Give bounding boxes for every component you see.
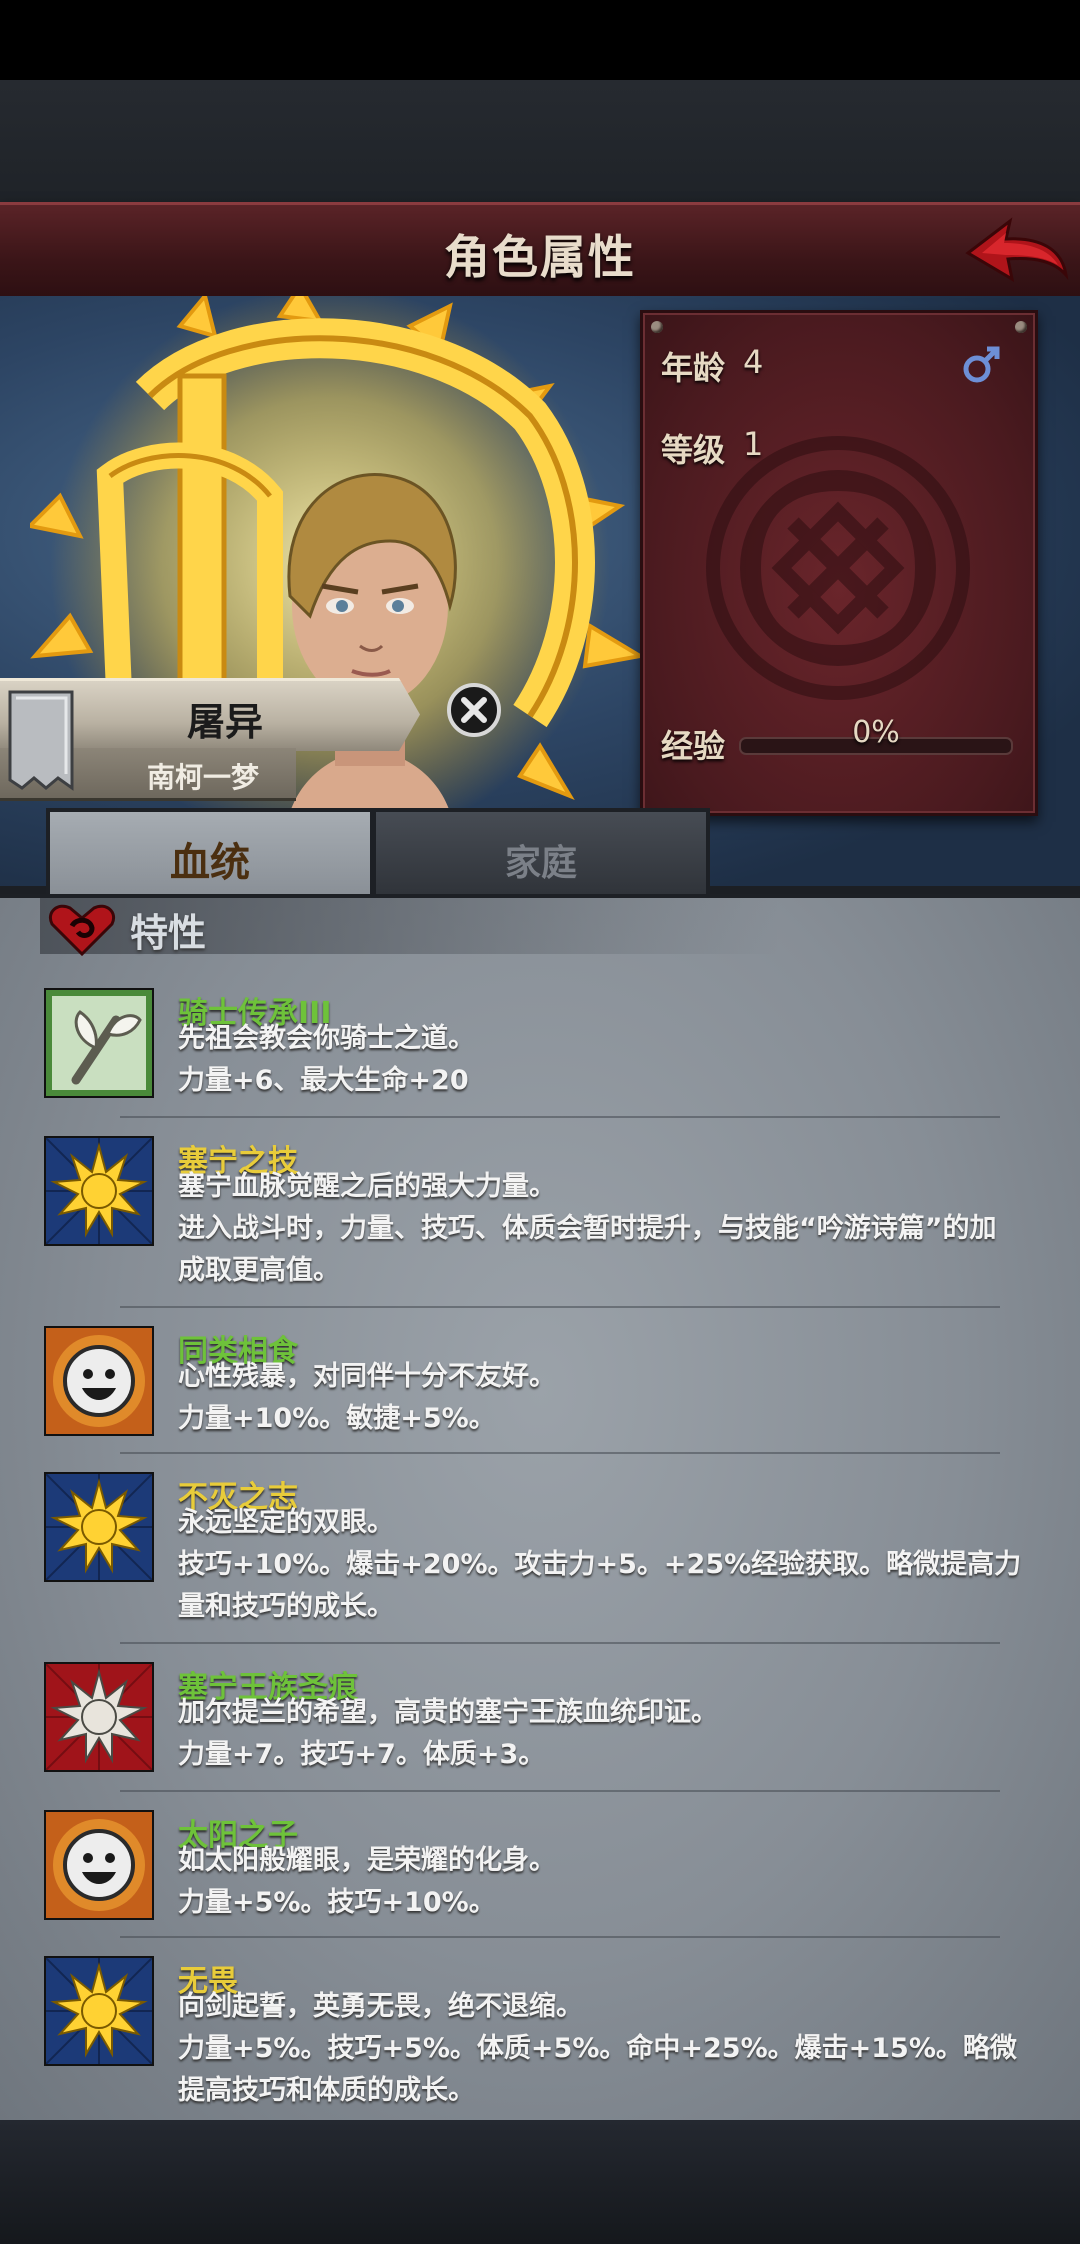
knight-branch-icon	[44, 988, 154, 1098]
page-title: 角色属性	[444, 230, 636, 284]
exp-progress-bar: 0%	[739, 715, 1013, 755]
bottom-band	[0, 2120, 1080, 2244]
trait-description: 心性残暴，对同伴十分不友好。	[178, 1361, 556, 1392]
exp-label: 经验	[661, 727, 726, 765]
trait-effect: 进入战斗时，力量、技巧、体质会暂时提升，与技能“吟游诗篇”的加	[178, 1213, 997, 1244]
traits-list: 特性 骑士传承III 先祖会教会你骑士之道。 力量+6、最大生命+20 塞宁之技	[0, 894, 1080, 2124]
top-band	[0, 80, 1080, 202]
section-title: 特性	[130, 911, 207, 955]
celtic-knot-icon	[706, 436, 970, 700]
tab-bloodline-label: 血统	[170, 840, 250, 886]
tab-bloodline[interactable]: 血统	[46, 808, 374, 894]
exp-percent: 0%	[852, 715, 900, 750]
tab-family-label: 家庭	[504, 843, 577, 884]
age-label: 年龄	[661, 349, 726, 387]
trait-effect: 力量+6、最大生命+20	[178, 1065, 469, 1096]
header-bar: 角色属性	[0, 202, 1080, 301]
tabs-bar: 血统 家庭	[0, 808, 1080, 898]
tab-family[interactable]: 家庭	[372, 808, 710, 894]
trait-effect: 力量+10%。敏捷+5%。	[178, 1403, 496, 1434]
level-label: 等级	[661, 431, 726, 469]
status-bar-area	[0, 0, 1080, 80]
trait-description: 加尔提兰的希望，高贵的塞宁王族血统印证。	[178, 1697, 718, 1728]
trait-effect: 技巧+10%。爆击+20%。攻击力+5。+25%经验获取。略微提高力	[178, 1549, 1022, 1580]
trait-description: 如太阳般耀眼，是荣耀的化身。	[178, 1845, 556, 1876]
royal-sun-icon	[44, 1662, 154, 1772]
divider	[120, 1790, 1000, 1792]
rivet	[1015, 321, 1027, 333]
level-value: 1	[743, 425, 764, 463]
stats-panel: 年龄 4 等级 1 经验 0%	[640, 310, 1038, 816]
trait-description: 塞宁血脉觉醒之后的强大力量。	[178, 1171, 556, 1202]
trait-effect: 量和技巧的成长。	[178, 1591, 394, 1622]
trait-description: 向剑起誓，英勇无畏，绝不退缩。	[178, 1991, 583, 2022]
trait-effect: 提高技巧和体质的成长。	[178, 2075, 475, 2106]
divider	[120, 1306, 1000, 1308]
sun-icon	[44, 1472, 154, 1582]
age-value: 4	[743, 343, 764, 381]
close-icon[interactable]	[446, 682, 502, 738]
trait-description: 永远坚定的双眼。	[178, 1507, 394, 1538]
trait-effect: 成取更高值。	[178, 1255, 340, 1286]
trait-effect: 力量+7。技巧+7。体质+3。	[178, 1739, 546, 1770]
smile-face-icon	[44, 1810, 154, 1920]
sun-icon	[44, 1136, 154, 1246]
rivet	[651, 321, 663, 333]
divider	[120, 1116, 1000, 1118]
house-flag-icon	[8, 690, 74, 791]
heart-swirl-icon	[49, 904, 115, 956]
divider	[120, 1452, 1000, 1454]
divider	[120, 1642, 1000, 1644]
traits-section-header: 特性	[40, 898, 780, 956]
sun-icon	[44, 1956, 154, 2066]
back-arrow-icon[interactable]	[962, 213, 1070, 291]
trait-effect: 力量+5%。技巧+10%。	[178, 1887, 496, 1918]
trait-description: 先祖会教会你骑士之道。	[178, 1023, 475, 1054]
character-name: 屠异	[186, 700, 263, 744]
trait-effect: 力量+5%。技巧+5%。体质+5%。命中+25%。爆击+15%。略微	[178, 2033, 1017, 2064]
divider	[120, 1936, 1000, 1938]
house-name: 南柯一梦	[146, 761, 259, 794]
male-gender-icon	[963, 346, 1000, 383]
smile-face-icon	[44, 1326, 154, 1436]
